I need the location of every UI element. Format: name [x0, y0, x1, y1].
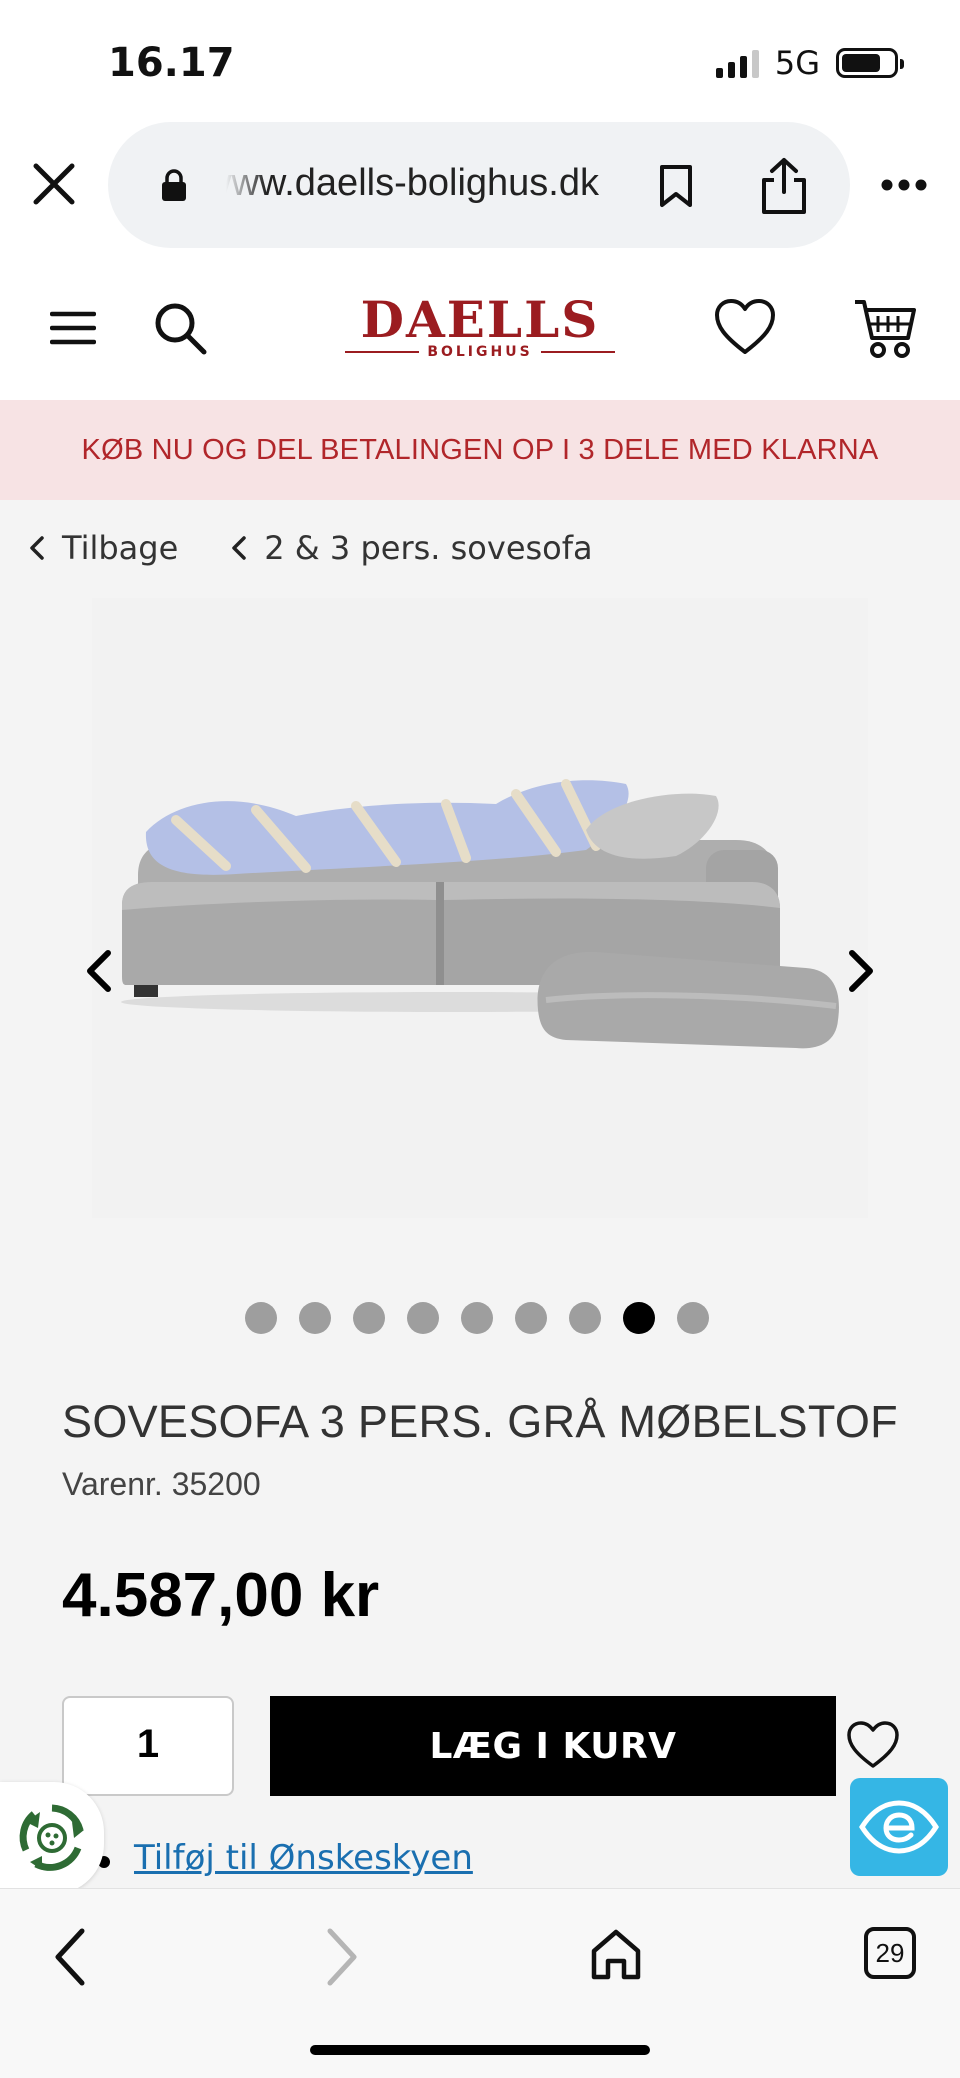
logo-divider	[345, 351, 420, 353]
quantity-field[interactable]: 1	[62, 1696, 234, 1796]
menu-icon[interactable]	[50, 310, 96, 346]
product-page: Tilbage 2 & 3 pers. sovesofa SOVESOFA 3 …	[0, 500, 960, 1894]
breadcrumb-back-label: Tilbage	[62, 529, 179, 567]
more-icon[interactable]	[880, 178, 928, 192]
gallery-dot[interactable]	[299, 1302, 331, 1334]
tabs-button[interactable]: 29	[864, 1927, 916, 1979]
heart-icon[interactable]	[714, 298, 776, 356]
chevron-left-icon[interactable]	[82, 948, 116, 994]
battery-icon	[836, 48, 904, 78]
status-bar: 16.17 5G	[0, 0, 960, 120]
back-icon[interactable]	[50, 1925, 90, 1989]
eye-icon	[859, 1800, 939, 1854]
gallery-dot[interactable]	[515, 1302, 547, 1334]
lock-icon	[162, 169, 186, 201]
cart-icon[interactable]	[852, 294, 918, 360]
logo-divider	[540, 351, 615, 353]
product-image[interactable]	[116, 770, 856, 1100]
product-price: 4.587,00 kr	[62, 1561, 380, 1630]
status-indicators: 5G	[715, 44, 904, 82]
tab-count: 29	[875, 1937, 905, 1968]
browser-toolbar: www.daells-bolighus.dk	[0, 120, 960, 250]
gallery-dot[interactable]	[245, 1302, 277, 1334]
chevron-left-icon	[30, 536, 44, 560]
gallery-dot[interactable]	[677, 1302, 709, 1334]
site-logo[interactable]: DAELLS BOLIGHUS	[340, 294, 620, 374]
gallery-dot[interactable]	[569, 1302, 601, 1334]
home-icon[interactable]	[588, 1927, 644, 1983]
url-value: www.daells-bolighus.dk	[226, 162, 599, 204]
gallery-dot[interactable]	[461, 1302, 493, 1334]
heart-icon[interactable]	[846, 1720, 900, 1770]
chevron-left-icon	[232, 536, 247, 560]
chevron-right-icon[interactable]	[844, 948, 878, 994]
share-icon[interactable]	[758, 156, 810, 216]
close-icon[interactable]	[28, 158, 80, 210]
browser-bottom-bar: 29	[0, 1888, 960, 2078]
gallery-dot-active[interactable]	[623, 1302, 655, 1334]
search-icon[interactable]	[152, 300, 208, 356]
accessibility-widget[interactable]	[850, 1778, 948, 1876]
add-to-wishlist-link[interactable]: Tilføj til Ønskeskyen	[134, 1838, 473, 1878]
network-label: 5G	[774, 44, 820, 82]
address-bar[interactable]: www.daells-bolighus.dk	[108, 122, 850, 248]
forward-icon[interactable]	[322, 1925, 362, 1989]
product-sku: Varenr. 35200	[62, 1466, 261, 1502]
site-header: DAELLS BOLIGHUS	[0, 270, 960, 400]
klarna-banner[interactable]: KØB NU OG DEL BETALINGEN OP I 3 DELE MED…	[0, 400, 960, 500]
product-title: SOVESOFA 3 PERS. GRÅ MØBELSTOF	[62, 1396, 898, 1447]
gallery-dot[interactable]	[353, 1302, 385, 1334]
breadcrumb-back[interactable]: Tilbage	[28, 529, 178, 567]
add-to-cart-button[interactable]: LÆG I KURV	[270, 1696, 836, 1796]
home-indicator	[310, 2045, 650, 2055]
logo-sub: BOLIGHUS	[427, 344, 533, 360]
breadcrumb-category-label: 2 & 3 pers. sovesofa	[264, 529, 593, 567]
banner-text: KØB NU OG DEL BETALINGEN OP I 3 DELE MED…	[81, 433, 879, 466]
breadcrumb: Tilbage 2 & 3 pers. sovesofa	[28, 524, 645, 572]
breadcrumb-category[interactable]: 2 & 3 pers. sovesofa	[230, 529, 593, 567]
gallery-dot[interactable]	[407, 1302, 439, 1334]
bookmark-icon[interactable]	[656, 164, 696, 208]
recycle-icon	[19, 1804, 84, 1871]
status-time: 16.17	[108, 40, 235, 86]
eco-badge[interactable]	[0, 1782, 104, 1894]
logo-main: DAELLS	[360, 290, 600, 349]
signal-icon	[715, 48, 759, 78]
gallery-dots	[0, 1302, 960, 1334]
